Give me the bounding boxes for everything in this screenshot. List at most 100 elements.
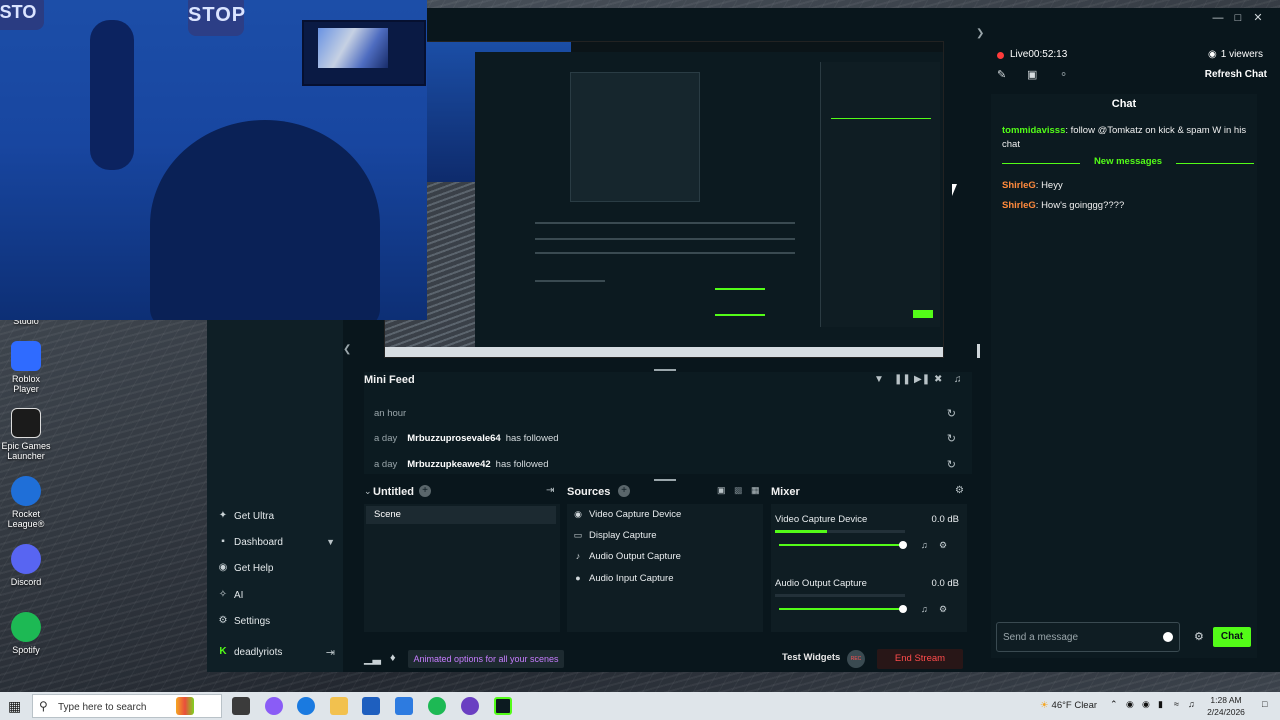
task-view-icon[interactable] [232, 697, 250, 715]
nav-get-ultra[interactable]: ✦ Get Ultra [217, 506, 335, 526]
source-item[interactable]: ◉ Video Capture Device [573, 504, 681, 524]
resize-handle[interactable] [977, 344, 980, 358]
source-item[interactable]: ● Audio Input Capture [573, 568, 673, 588]
chevron-up-icon[interactable]: ⌃ [1110, 699, 1118, 710]
nav-label: Dashboard [234, 536, 283, 548]
filter-icon[interactable]: ▼ [874, 374, 884, 385]
desktop-icon-discord[interactable]: Discord [0, 544, 52, 587]
replay-icon[interactable]: ↻ [947, 458, 956, 471]
copilot-icon[interactable] [265, 697, 283, 715]
share-icon[interactable]: ⚬ [1059, 68, 1068, 81]
nav-settings[interactable]: ⚙ Settings [217, 611, 335, 631]
scene-collection-title[interactable]: Untitled [373, 486, 414, 498]
image-icon[interactable]: ▦ [751, 485, 760, 496]
desktop-icon-spotify[interactable]: Spotify [0, 612, 52, 655]
chat-input-box[interactable] [996, 622, 1180, 652]
clip-icon[interactable]: ▣ [1027, 68, 1037, 81]
tray-icon[interactable]: ◉ [1142, 699, 1150, 710]
notification-icon[interactable]: □ [1262, 699, 1267, 709]
store-icon[interactable] [362, 697, 380, 715]
maximize-icon[interactable]: □ [1229, 10, 1247, 26]
replay-icon[interactable]: ↻ [947, 432, 956, 445]
desktop-icon-rocket-league[interactable]: Rocket League® [0, 476, 52, 529]
edge-icon[interactable] [297, 697, 315, 715]
chat-username[interactable]: ShirleG [1002, 180, 1036, 191]
stream-preview[interactable] [384, 41, 944, 358]
chat-username[interactable]: ShirleG [1002, 200, 1036, 211]
feed-action: has followed [495, 458, 549, 470]
gear-icon[interactable]: ⚙ [1194, 630, 1204, 643]
refresh-chat-button[interactable]: Refresh Chat [1205, 69, 1267, 80]
file-explorer-icon[interactable] [330, 697, 348, 715]
group-icon[interactable]: ▩ [734, 485, 743, 496]
volume-knob[interactable] [899, 605, 907, 613]
mixer-channel-name: Video Capture Device [775, 514, 868, 525]
volume-knob[interactable] [899, 541, 907, 549]
ultra-promo-banner[interactable]: Animated options for all your scenes [408, 650, 564, 668]
battery-icon[interactable]: ▮ [1158, 699, 1163, 710]
nav-label: AI [234, 589, 244, 601]
gear-icon[interactable]: ⚙ [955, 485, 964, 496]
drag-handle[interactable] [654, 369, 676, 371]
volume-icon[interactable]: ♫ [921, 540, 928, 550]
windows-start-icon[interactable]: ▦ [8, 698, 24, 714]
taskbar-clock[interactable]: 1:28 AM 2/24/2026 [1198, 694, 1254, 718]
chat-username[interactable]: tommidavisss [1002, 125, 1065, 136]
volume-slider[interactable] [779, 544, 903, 546]
volume-slider[interactable] [779, 608, 903, 610]
gear-icon[interactable]: ⚙ [939, 540, 947, 551]
test-widgets-button[interactable]: Test Widgets [782, 652, 840, 663]
chat-text: : Heyy [1035, 180, 1063, 191]
kick-studio-icon[interactable] [494, 697, 512, 715]
emoji-icon[interactable] [1163, 632, 1173, 642]
bell-icon[interactable]: ♦ [390, 652, 396, 664]
gear-icon[interactable]: ⚙ [939, 604, 947, 615]
chevron-right-icon[interactable]: ❯ [976, 28, 984, 39]
close-icon[interactable]: ✕ [1249, 10, 1267, 26]
chevron-down-icon[interactable]: ⌄ [364, 486, 372, 497]
desktop-icon-epic-games[interactable]: Epic Games Launcher [0, 408, 52, 461]
nav-ai[interactable]: ✧ AI [217, 585, 335, 605]
pause-icon[interactable]: ❚❚ [894, 374, 911, 385]
mute-alerts-icon[interactable]: ✖ [934, 374, 942, 385]
stats-icon[interactable]: ▁▃ [364, 652, 381, 665]
add-source-icon[interactable]: + [618, 485, 630, 497]
desktop-icon-roblox-player[interactable]: Roblox Player [0, 341, 52, 394]
search-highlight-icon[interactable] [176, 697, 194, 715]
volume-icon[interactable]: ♫ [954, 374, 962, 385]
send-chat-button[interactable]: Chat [1213, 627, 1251, 647]
weather-widget[interactable]: ☀ 46°F Clear [1040, 700, 1097, 711]
volume-icon[interactable]: ♫ [921, 604, 928, 614]
scene-item[interactable]: Scene [366, 506, 556, 524]
skip-icon[interactable]: ▶❚ [914, 374, 930, 385]
mixer-channels: Video Capture Device 0.0 dB ♫ ⚙ Audio Ou… [771, 504, 967, 632]
source-item[interactable]: ♪ Audio Output Capture [573, 546, 681, 566]
chat-input[interactable] [1003, 629, 1153, 645]
nav-dashboard[interactable]: ▪ Dashboard ▼ [217, 532, 335, 552]
add-scene-icon[interactable]: + [419, 485, 431, 497]
account-row[interactable]: K deadlyriots ⇥ [217, 642, 335, 662]
spotify-taskbar-icon[interactable] [428, 697, 446, 715]
mail-icon[interactable] [395, 697, 413, 715]
wifi-icon[interactable]: ≈ [1174, 699, 1179, 709]
mini-feed-panel: Mini Feed ▼ ❚❚ ▶❚ ✖ ♫ an hour ↻ a day Mr… [364, 372, 972, 474]
obs-icon[interactable] [461, 697, 479, 715]
preview-nested-window [570, 72, 700, 202]
taskbar-search-input[interactable] [58, 699, 188, 715]
feed-row: an hour ↻ [364, 401, 960, 425]
pencil-icon[interactable]: ✎ [997, 68, 1006, 81]
layers-icon[interactable]: ▣ [717, 485, 726, 496]
end-stream-button[interactable]: End Stream [877, 649, 963, 669]
tray-icon[interactable]: ◉ [1126, 699, 1134, 710]
source-item[interactable]: ▭ Display Capture [573, 525, 657, 545]
drag-handle[interactable] [654, 479, 676, 481]
epic-icon [11, 408, 41, 438]
replay-icon[interactable]: ↻ [947, 407, 956, 420]
logout-icon[interactable]: ⇥ [326, 646, 335, 659]
minimize-icon[interactable]: — [1209, 10, 1227, 26]
volume-icon[interactable]: ♫ [1188, 699, 1195, 709]
transition-icon[interactable]: ⇥ [546, 485, 554, 496]
record-button[interactable]: REC [847, 650, 865, 668]
chevron-left-icon[interactable]: ❮ [343, 344, 351, 355]
nav-get-help[interactable]: ◉ Get Help [217, 558, 335, 578]
